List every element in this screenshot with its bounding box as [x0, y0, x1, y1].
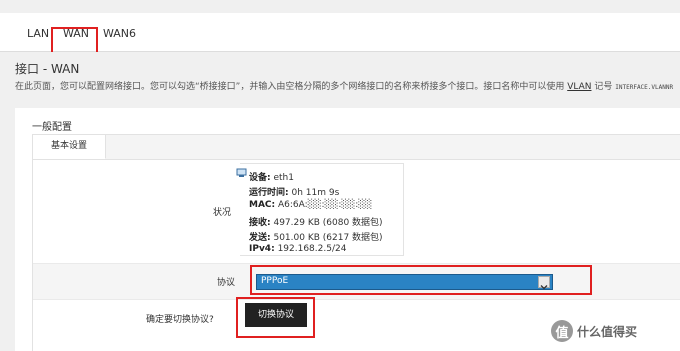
protocol-label: 协议	[217, 278, 236, 288]
section-title: 一般配置	[32, 122, 72, 133]
tab-wan6[interactable]: WAN6	[103, 27, 136, 40]
switch-protocol-label: 确定要切换协议?	[146, 315, 214, 325]
vlan-link[interactable]: VLAN	[567, 82, 591, 92]
watermark: 值 什么值得买	[551, 318, 637, 344]
rx-value: 497.29 KB (6080 数据包)	[273, 218, 383, 228]
device-value: eth1	[273, 173, 294, 183]
tab-basic-settings[interactable]: 基本设置	[32, 134, 106, 159]
watermark-logo-icon: 值	[551, 320, 573, 342]
page-title: 接口 - WAN	[15, 62, 80, 76]
ipv4-key: IPv4:	[249, 244, 275, 254]
uptime-value: 0h 11m 9s	[291, 188, 340, 198]
mac-key: MAC:	[249, 200, 276, 210]
page-header: 接口 - WAN 在此页面，您可以配置网络接口。您可以勾选“桥接接口”，并输入由…	[0, 52, 680, 92]
rx-key: 接收:	[249, 218, 271, 228]
ipv4-value: 192.168.2.5/24	[277, 244, 347, 254]
subtab-bar: 基本设置	[32, 134, 680, 160]
interface-vlan-code: INTERFACE.VLANNR	[615, 84, 674, 91]
status-row: 状况 设备: eth1 运行时间: 0h 11m 9s MAC: A6:6A:░…	[33, 158, 680, 263]
status-box: 设备: eth1 运行时间: 0h 11m 9s MAC: A6:6A:░░:░…	[236, 163, 404, 256]
watermark-text: 什么值得买	[577, 324, 638, 339]
protocol-highlight	[250, 265, 592, 295]
general-config-panel: 一般配置 基本设置 状况 设备: eth1 运行时间: 0h 11m 9s MA…	[15, 108, 680, 351]
tx-key: 发送:	[249, 233, 271, 243]
page-description: 在此页面，您可以配置网络接口。您可以勾选“桥接接口”，并输入由空格分隔的多个网络…	[15, 79, 673, 92]
tab-lan[interactable]: LAN	[27, 27, 49, 40]
tx-value: 501.00 KB (6217 数据包)	[273, 233, 383, 243]
description-note: 记号	[594, 82, 613, 92]
description-text: 在此页面，您可以配置网络接口。您可以勾选“桥接接口”，并输入由空格分隔的多个网络…	[15, 82, 565, 92]
mac-value: A6:6A:░░:░░:░░:░░	[278, 200, 373, 210]
switch-button-highlight	[236, 297, 315, 338]
protocol-row: 协议 PPPoE	[33, 263, 680, 300]
interface-tabs: LAN WAN WAN6	[0, 13, 680, 60]
device-key: 设备:	[249, 173, 271, 183]
status-label: 状况	[213, 208, 232, 218]
network-port-icon	[236, 168, 247, 177]
uptime-key: 运行时间:	[249, 188, 289, 198]
